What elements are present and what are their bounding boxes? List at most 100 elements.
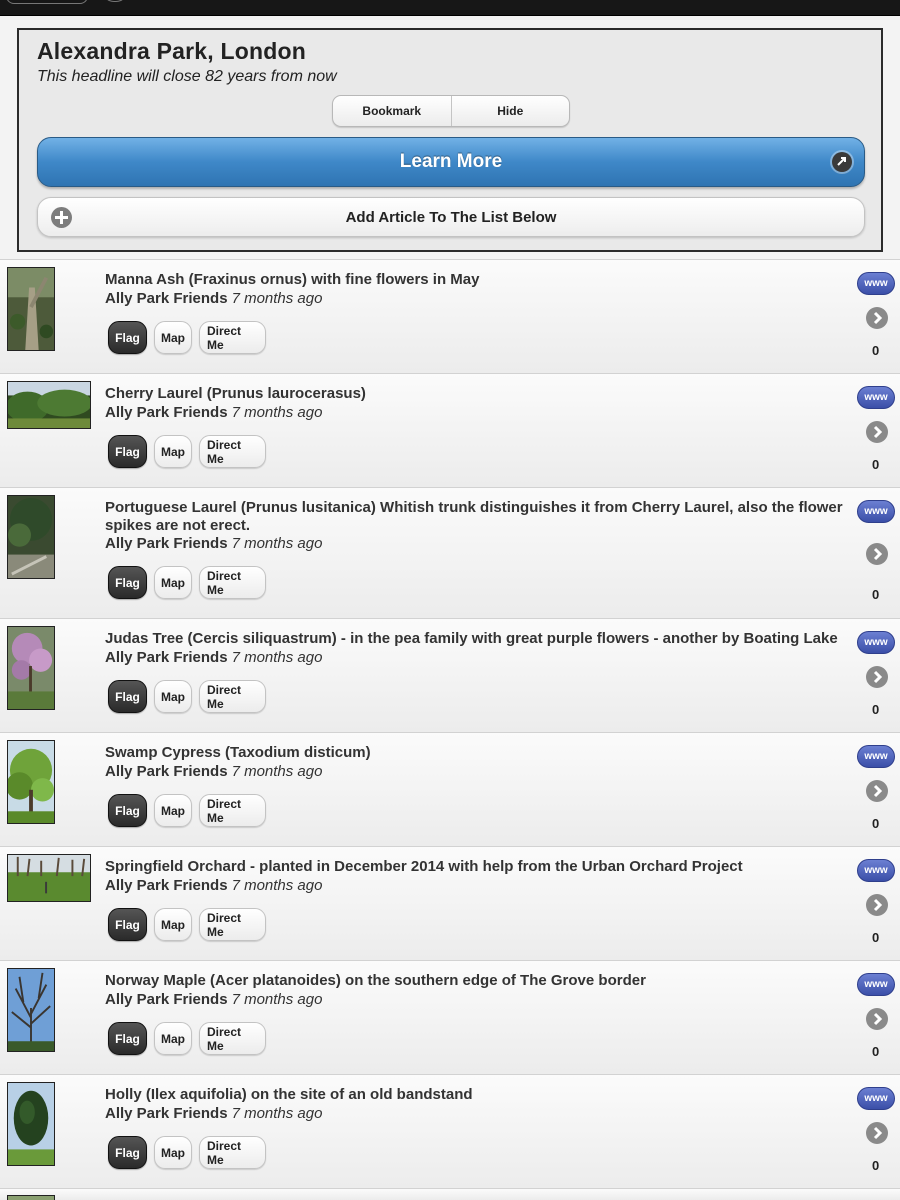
www-link-button[interactable]: www [857, 500, 895, 523]
add-article-button[interactable]: Add Article To The List Below [37, 197, 865, 237]
chevron-right-icon[interactable] [866, 543, 888, 565]
item-meta: Ally Park Friends 7 months ago [105, 290, 322, 308]
bookmark-button[interactable]: Bookmark [333, 96, 451, 126]
flag-button[interactable]: Flag [108, 321, 147, 354]
direct-me-button[interactable]: Direct Me [199, 908, 266, 941]
www-link-button[interactable]: www [857, 631, 895, 654]
list-item[interactable]: Holly (Ilex aquifolia) on the site of an… [0, 1074, 900, 1188]
flag-button[interactable]: Flag [108, 794, 147, 827]
item-meta: Ally Park Friends 7 months ago [105, 991, 322, 1009]
thumbnail-image [7, 1195, 55, 1200]
item-actions: Flag Map Direct Me [108, 566, 266, 599]
item-count: 0 [872, 343, 880, 358]
item-title[interactable]: Manna Ash (Fraxinus ornus) with fine flo… [105, 271, 850, 289]
back-button[interactable] [6, 0, 88, 4]
item-title[interactable]: Judas Tree (Cercis siliquastrum) - in th… [105, 630, 850, 648]
flag-button[interactable]: Flag [108, 908, 147, 941]
item-author: Ally Park Friends [105, 763, 228, 780]
list-item[interactable]: Springfield Orchard - planted in Decembe… [0, 846, 900, 960]
item-count: 0 [872, 816, 880, 831]
item-author: Ally Park Friends [105, 991, 228, 1008]
thumbnail-image [7, 626, 55, 710]
flag-button[interactable]: Flag [108, 680, 147, 713]
learn-more-button[interactable]: Learn More [37, 137, 865, 187]
item-author: Ally Park Friends [105, 1105, 228, 1122]
item-actions: Flag Map Direct Me [108, 1136, 266, 1169]
list-item[interactable]: Cherry Laurel (Prunus laurocerasus) Ally… [0, 373, 900, 487]
item-title[interactable]: Swamp Cypress (Taxodium disticum) [105, 744, 850, 762]
item-meta: Ally Park Friends 7 months ago [105, 404, 322, 422]
flag-button[interactable]: Flag [108, 1136, 147, 1169]
item-age: 7 months ago [231, 535, 323, 552]
www-link-button[interactable]: www [857, 745, 895, 768]
item-title[interactable]: Portuguese Laurel (Prunus lusitanica) Wh… [105, 499, 850, 535]
headline-panel: Alexandra Park, London This headline wil… [17, 28, 883, 252]
map-button[interactable]: Map [154, 794, 192, 827]
item-meta: Ally Park Friends 7 months ago [105, 877, 322, 895]
www-link-button[interactable]: www [857, 272, 895, 295]
hide-button[interactable]: Hide [450, 96, 570, 126]
direct-me-button[interactable]: Direct Me [199, 321, 266, 354]
item-age: 7 months ago [231, 1105, 323, 1122]
direct-me-button[interactable]: Direct Me [199, 794, 266, 827]
item-count: 0 [872, 930, 880, 945]
item-title[interactable]: Springfield Orchard - planted in Decembe… [105, 858, 850, 876]
chevron-right-icon[interactable] [866, 421, 888, 443]
thumbnail-image [7, 854, 91, 902]
thumbnail-image [7, 968, 55, 1052]
add-article-label: Add Article To The List Below [345, 208, 557, 226]
map-button[interactable]: Map [154, 1022, 192, 1055]
direct-me-button[interactable]: Direct Me [199, 566, 266, 599]
item-author: Ally Park Friends [105, 404, 228, 421]
item-meta: Ally Park Friends 7 months ago [105, 535, 322, 553]
item-title[interactable]: Cherry Laurel (Prunus laurocerasus) [105, 385, 850, 403]
chevron-right-icon[interactable] [866, 1008, 888, 1030]
chevron-right-icon[interactable] [866, 780, 888, 802]
item-count: 0 [872, 702, 880, 717]
item-actions: Flag Map Direct Me [108, 321, 266, 354]
list-item[interactable] [0, 1188, 900, 1200]
chevron-right-icon[interactable] [866, 894, 888, 916]
list-item[interactable]: Norway Maple (Acer platanoides) on the s… [0, 960, 900, 1074]
direct-me-button[interactable]: Direct Me [199, 435, 266, 468]
chevron-right-icon[interactable] [866, 666, 888, 688]
item-author: Ally Park Friends [105, 290, 228, 307]
item-count: 0 [872, 457, 880, 472]
direct-me-button[interactable]: Direct Me [199, 680, 266, 713]
item-age: 7 months ago [231, 404, 323, 421]
flag-button[interactable]: Flag [108, 566, 147, 599]
map-button[interactable]: Map [154, 435, 192, 468]
thumbnail-image [7, 1082, 55, 1166]
list-item[interactable]: Swamp Cypress (Taxodium disticum) Ally P… [0, 732, 900, 846]
flag-button[interactable]: Flag [108, 1022, 147, 1055]
map-button[interactable]: Map [154, 908, 192, 941]
item-title[interactable]: Holly (Ilex aquifolia) on the site of an… [105, 1086, 850, 1104]
list-item[interactable]: Manna Ash (Fraxinus ornus) with fine flo… [0, 259, 900, 373]
map-button[interactable]: Map [154, 1136, 192, 1169]
list-item[interactable]: Portuguese Laurel (Prunus lusitanica) Wh… [0, 487, 900, 618]
thumbnail-image [7, 381, 91, 429]
map-button[interactable]: Map [154, 566, 192, 599]
chevron-right-icon[interactable] [866, 307, 888, 329]
item-age: 7 months ago [231, 290, 323, 307]
bookmark-hide-segment: Bookmark Hide [332, 95, 570, 127]
www-link-button[interactable]: www [857, 1087, 895, 1110]
item-count: 0 [872, 1158, 880, 1173]
direct-me-button[interactable]: Direct Me [199, 1136, 266, 1169]
www-link-button[interactable]: www [857, 973, 895, 996]
flag-button[interactable]: Flag [108, 435, 147, 468]
thumbnail-image [7, 740, 55, 824]
item-age: 7 months ago [231, 763, 323, 780]
direct-me-button[interactable]: Direct Me [199, 1022, 266, 1055]
map-button[interactable]: Map [154, 321, 192, 354]
map-button[interactable]: Map [154, 680, 192, 713]
item-title[interactable]: Norway Maple (Acer platanoides) on the s… [105, 972, 850, 990]
www-link-button[interactable]: www [857, 859, 895, 882]
item-actions: Flag Map Direct Me [108, 680, 266, 713]
item-count: 0 [872, 587, 880, 602]
www-link-button[interactable]: www [857, 386, 895, 409]
list-item[interactable]: Judas Tree (Cercis siliquastrum) - in th… [0, 618, 900, 732]
chevron-right-icon[interactable] [866, 1122, 888, 1144]
info-button[interactable] [102, 0, 128, 2]
headline-expiry: This headline will close 82 years from n… [37, 68, 337, 85]
